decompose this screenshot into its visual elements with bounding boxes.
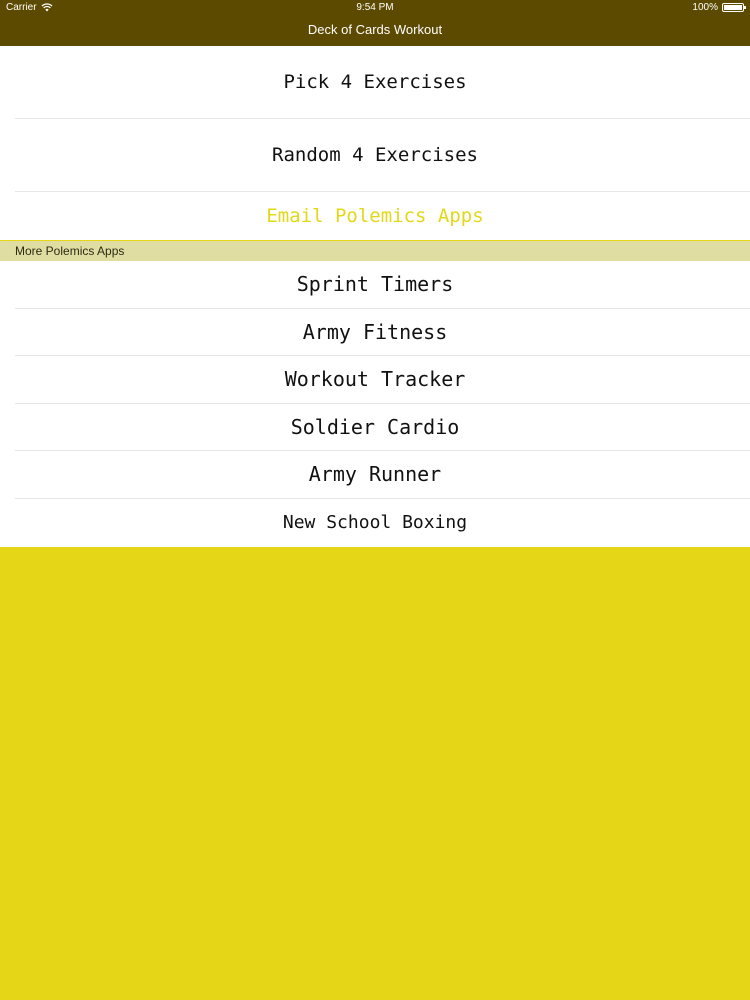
main-menu: Pick 4 Exercises Random 4 Exercises Emai… (0, 46, 750, 240)
list-item-label: Sprint Timers (296, 272, 454, 297)
pick-4-exercises-button[interactable]: Pick 4 Exercises (15, 46, 750, 119)
section-header-more-apps: More Polemics Apps (0, 241, 750, 261)
random-4-exercises-button[interactable]: Random 4 Exercises (15, 119, 750, 192)
list-item-label: New School Boxing (282, 511, 468, 533)
email-polemics-apps-button[interactable]: Email Polemics Apps (15, 192, 750, 240)
status-time: 9:54 PM (356, 2, 394, 13)
list-item-label: Soldier Cardio (290, 414, 460, 439)
menu-item-label: Random 4 Exercises (272, 144, 478, 166)
menu-item-label: Pick 4 Exercises (283, 71, 467, 93)
battery-fill (724, 5, 742, 10)
app-item-workout-tracker[interactable]: Workout Tracker (15, 356, 750, 404)
list-item-label: Army Runner (308, 462, 442, 487)
app-item-new-school-boxing[interactable]: New School Boxing (15, 499, 750, 547)
battery-icon (722, 3, 746, 12)
app-item-soldier-cardio[interactable]: Soldier Cardio (15, 404, 750, 451)
more-apps-list: Sprint Timers Army Fitness Workout Track… (0, 261, 750, 547)
battery-percent: 100% (692, 2, 718, 13)
page-title: Deck of Cards Workout (307, 22, 443, 37)
app-item-army-fitness[interactable]: Army Fitness (15, 309, 750, 356)
app-item-sprint-timers[interactable]: Sprint Timers (15, 261, 750, 309)
app-item-army-runner[interactable]: Army Runner (15, 451, 750, 499)
status-bar-right: 100% (692, 2, 746, 13)
list-item-label: Workout Tracker (284, 367, 466, 392)
list-item-label: Army Fitness (302, 319, 448, 344)
menu-item-label: Email Polemics Apps (266, 205, 484, 227)
navigation-bar: Carrier 9:54 PM 100% Deck of Cards Worko… (0, 0, 750, 46)
